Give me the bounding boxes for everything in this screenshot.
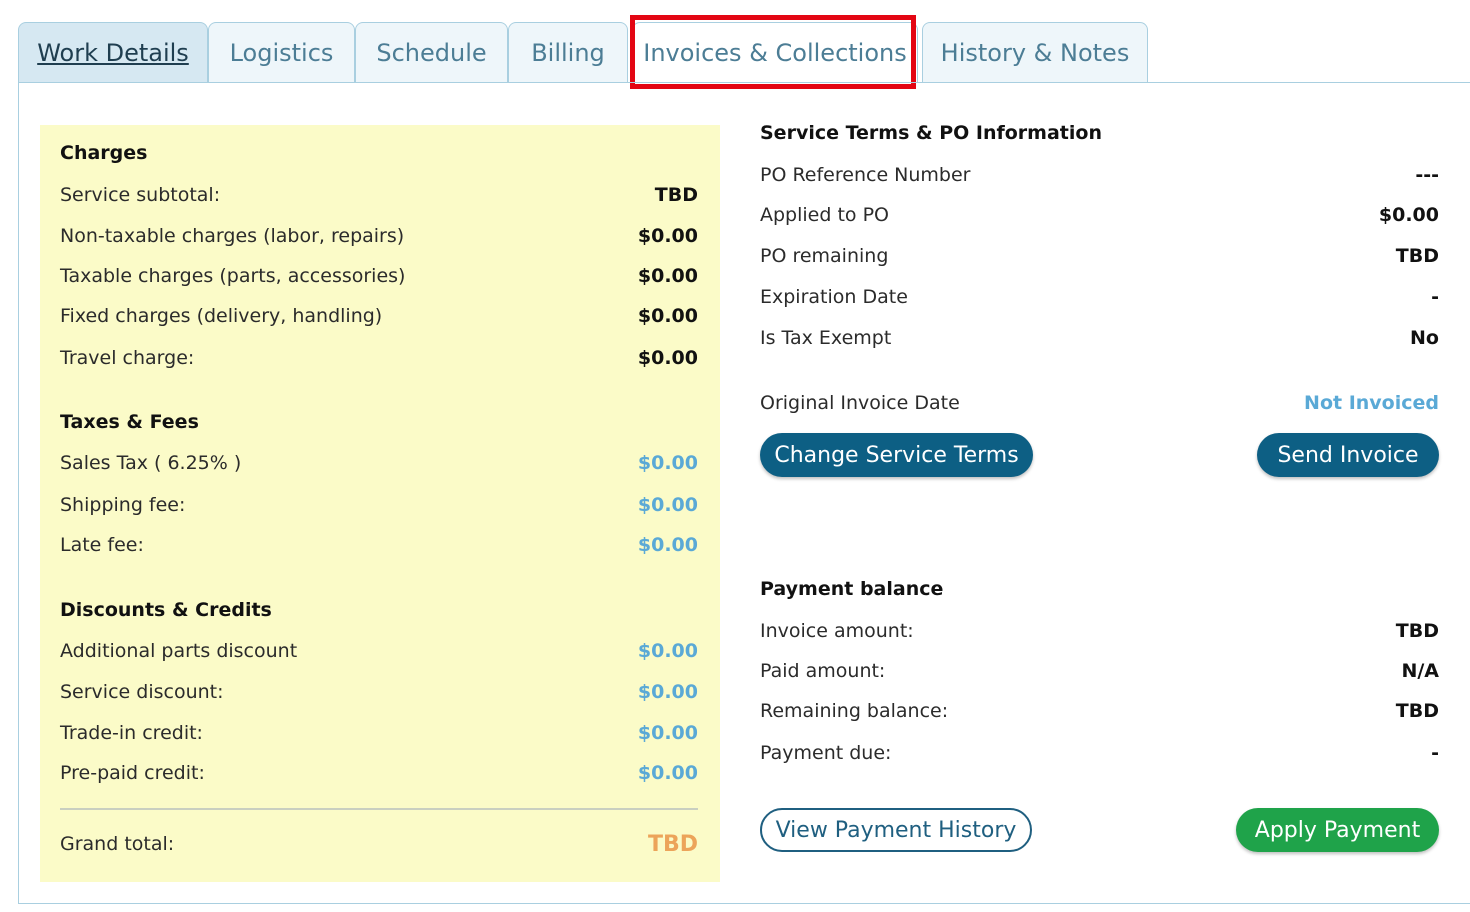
row-label: Service discount: xyxy=(60,681,224,703)
row-label: Grand total: xyxy=(60,833,175,855)
po-remaining-row: PO remaining TBD xyxy=(760,241,1439,271)
row-value: N/A xyxy=(1401,660,1439,682)
discounts-title: Discounts & Credits xyxy=(60,599,272,621)
row-value: --- xyxy=(1415,164,1439,186)
row-value: - xyxy=(1431,286,1439,308)
payment-balance-title: Payment balance xyxy=(760,578,944,600)
row-value: TBD xyxy=(1395,700,1439,722)
row-label: Applied to PO xyxy=(760,204,889,226)
row-value[interactable]: $0.00 xyxy=(638,640,698,662)
row-label: Additional parts discount xyxy=(60,640,298,662)
row-value[interactable]: $0.00 xyxy=(638,762,698,784)
tab-invoices-collections[interactable]: Invoices & Collections xyxy=(632,22,918,82)
send-invoice-button[interactable]: Send Invoice xyxy=(1257,433,1439,477)
service-discount-row: Service discount: $0.00 xyxy=(60,677,698,707)
row-value: TBD xyxy=(1395,620,1439,642)
row-label: PO Reference Number xyxy=(760,164,971,186)
service-subtotal-row: Service subtotal: TBD xyxy=(60,180,698,210)
grand-total-value: TBD xyxy=(647,831,698,857)
trade-in-credit-row: Trade-in credit: $0.00 xyxy=(60,718,698,748)
row-label: Remaining balance: xyxy=(760,700,949,722)
row-label: Paid amount: xyxy=(760,660,886,682)
remaining-balance-row: Remaining balance: TBD xyxy=(760,696,1439,726)
row-value: $0.00 xyxy=(637,225,698,247)
invoice-date-row: Original Invoice Date Not Invoiced xyxy=(760,388,1439,418)
row-label: Late fee: xyxy=(60,534,144,556)
tab-label: Billing xyxy=(531,38,605,67)
invoice-amount-row: Invoice amount: TBD xyxy=(760,616,1439,646)
shipping-fee-row: Shipping fee: $0.00 xyxy=(60,490,698,520)
tab-label: Invoices & Collections xyxy=(643,38,907,67)
expiration-date-row: Expiration Date - xyxy=(760,282,1439,312)
tab-label: Schedule xyxy=(376,38,487,67)
tax-exempt-row: Is Tax Exempt No xyxy=(760,323,1439,353)
row-value: $0.00 xyxy=(1378,204,1439,226)
apply-payment-button[interactable]: Apply Payment xyxy=(1236,808,1439,852)
row-label: Is Tax Exempt xyxy=(760,327,892,349)
row-label: Pre-paid credit: xyxy=(60,762,205,784)
payment-due-row: Payment due: - xyxy=(760,738,1439,768)
row-label: Service subtotal: xyxy=(60,184,221,206)
row-label: Trade-in credit: xyxy=(60,722,203,744)
grand-total-row: Grand total: TBD xyxy=(60,829,698,859)
row-value: $0.00 xyxy=(637,305,698,327)
row-label: Original Invoice Date xyxy=(760,392,960,414)
charges-title: Charges xyxy=(60,142,148,164)
row-value: - xyxy=(1431,742,1439,764)
taxable-row: Taxable charges (parts, accessories) $0.0… xyxy=(60,261,698,291)
row-value[interactable]: $0.00 xyxy=(638,494,698,516)
row-value: $0.00 xyxy=(637,347,698,369)
tab-logistics[interactable]: Logistics xyxy=(208,22,355,82)
row-value: $0.00 xyxy=(637,265,698,287)
fixed-charges-row: Fixed charges (delivery, handling) $0.00 xyxy=(60,301,698,331)
row-label: Expiration Date xyxy=(760,286,908,308)
view-payment-history-button[interactable]: View Payment History xyxy=(760,808,1032,852)
tab-schedule[interactable]: Schedule xyxy=(355,22,508,82)
tab-work-details[interactable]: Work Details xyxy=(18,22,208,82)
row-value[interactable]: $0.00 xyxy=(638,452,698,474)
parts-discount-row: Additional parts discount $0.00 xyxy=(60,636,698,666)
paid-amount-row: Paid amount: N/A xyxy=(760,656,1439,686)
row-value[interactable]: $0.00 xyxy=(638,681,698,703)
service-terms-title: Service Terms & PO Information xyxy=(760,122,1102,144)
non-taxable-row: Non-taxable charges (labor, repairs) $0.0… xyxy=(60,221,698,251)
row-value[interactable]: $0.00 xyxy=(638,534,698,556)
applied-to-po-row: Applied to PO $0.00 xyxy=(760,200,1439,230)
row-label: Sales Tax ( 6.25% ) xyxy=(60,452,242,474)
tab-billing[interactable]: Billing xyxy=(508,22,628,82)
travel-charge-row: Travel charge: $0.00 xyxy=(60,343,698,373)
tab-label: History & Notes xyxy=(940,38,1130,67)
po-reference-row: PO Reference Number --- xyxy=(760,160,1439,190)
tab-history-notes[interactable]: History & Notes xyxy=(922,22,1148,82)
row-value: TBD xyxy=(654,184,698,206)
tab-label: Work Details xyxy=(37,38,189,67)
row-value: Not Invoiced xyxy=(1304,392,1439,414)
row-label: Shipping fee: xyxy=(60,494,186,516)
row-value[interactable]: $0.00 xyxy=(638,722,698,744)
total-divider xyxy=(60,808,698,810)
row-label: Non-taxable charges (labor, repairs) xyxy=(60,225,405,247)
row-value: No xyxy=(1410,327,1439,349)
row-value: TBD xyxy=(1395,245,1439,267)
row-label: Invoice amount: xyxy=(760,620,914,642)
taxes-title: Taxes & Fees xyxy=(60,411,199,433)
late-fee-row: Late fee: $0.00 xyxy=(60,530,698,560)
row-label: PO remaining xyxy=(760,245,889,267)
row-label: Payment due: xyxy=(760,742,892,764)
row-label: Fixed charges (delivery, handling) xyxy=(60,305,383,327)
prepaid-credit-row: Pre-paid credit: $0.00 xyxy=(60,758,698,788)
sales-tax-row: Sales Tax ( 6.25% ) $0.00 xyxy=(60,448,698,478)
row-label: Taxable charges (parts, accessories) xyxy=(60,265,406,287)
change-service-terms-button[interactable]: Change Service Terms xyxy=(760,433,1033,477)
tab-label: Logistics xyxy=(229,38,334,67)
row-label: Travel charge: xyxy=(60,347,195,369)
